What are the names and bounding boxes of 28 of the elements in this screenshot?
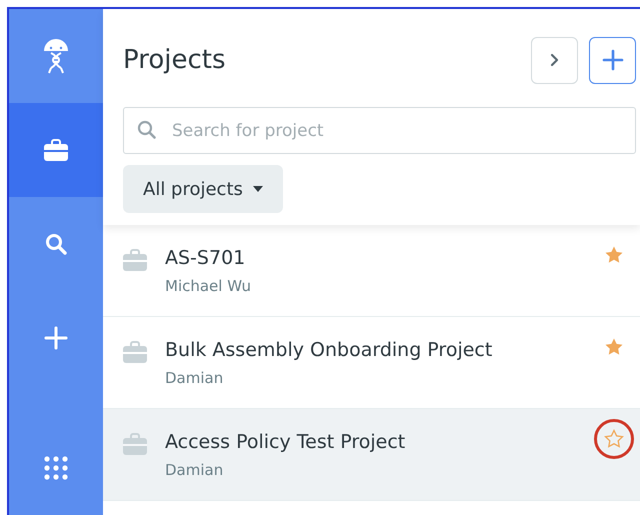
chevron-right-icon (550, 53, 560, 67)
briefcase-icon (123, 433, 147, 455)
search-icon (45, 233, 67, 255)
page-title: Projects (123, 45, 226, 75)
project-row[interactable]: Access Policy Test Project Damian (103, 409, 640, 501)
sidebar-item[interactable] (9, 103, 103, 197)
robot-icon (42, 37, 70, 75)
project-name: Bulk Assembly Onboarding Project (165, 339, 494, 361)
briefcase-icon (123, 341, 147, 363)
project-name: AS-S701 (165, 247, 246, 269)
star-icon[interactable] (604, 429, 624, 449)
briefcase-icon (44, 139, 68, 161)
grid-icon (44, 456, 68, 480)
search-icon (137, 120, 157, 140)
filter-dropdown[interactable]: All projects (123, 165, 283, 213)
search-field[interactable]: Search for project (123, 107, 636, 154)
project-owner: Damian (165, 461, 224, 479)
project-name: Access Policy Test Project (165, 431, 406, 453)
project-owner: Michael Wu (165, 277, 252, 295)
next-button[interactable] (531, 36, 578, 84)
plus-icon (602, 49, 624, 71)
plus-icon (44, 326, 68, 350)
caret-down-icon (252, 186, 263, 192)
star-icon[interactable] (604, 337, 624, 357)
star-icon[interactable] (604, 245, 624, 265)
add-button[interactable] (589, 36, 636, 84)
project-owner: Damian (165, 369, 224, 387)
briefcase-icon (123, 249, 147, 271)
